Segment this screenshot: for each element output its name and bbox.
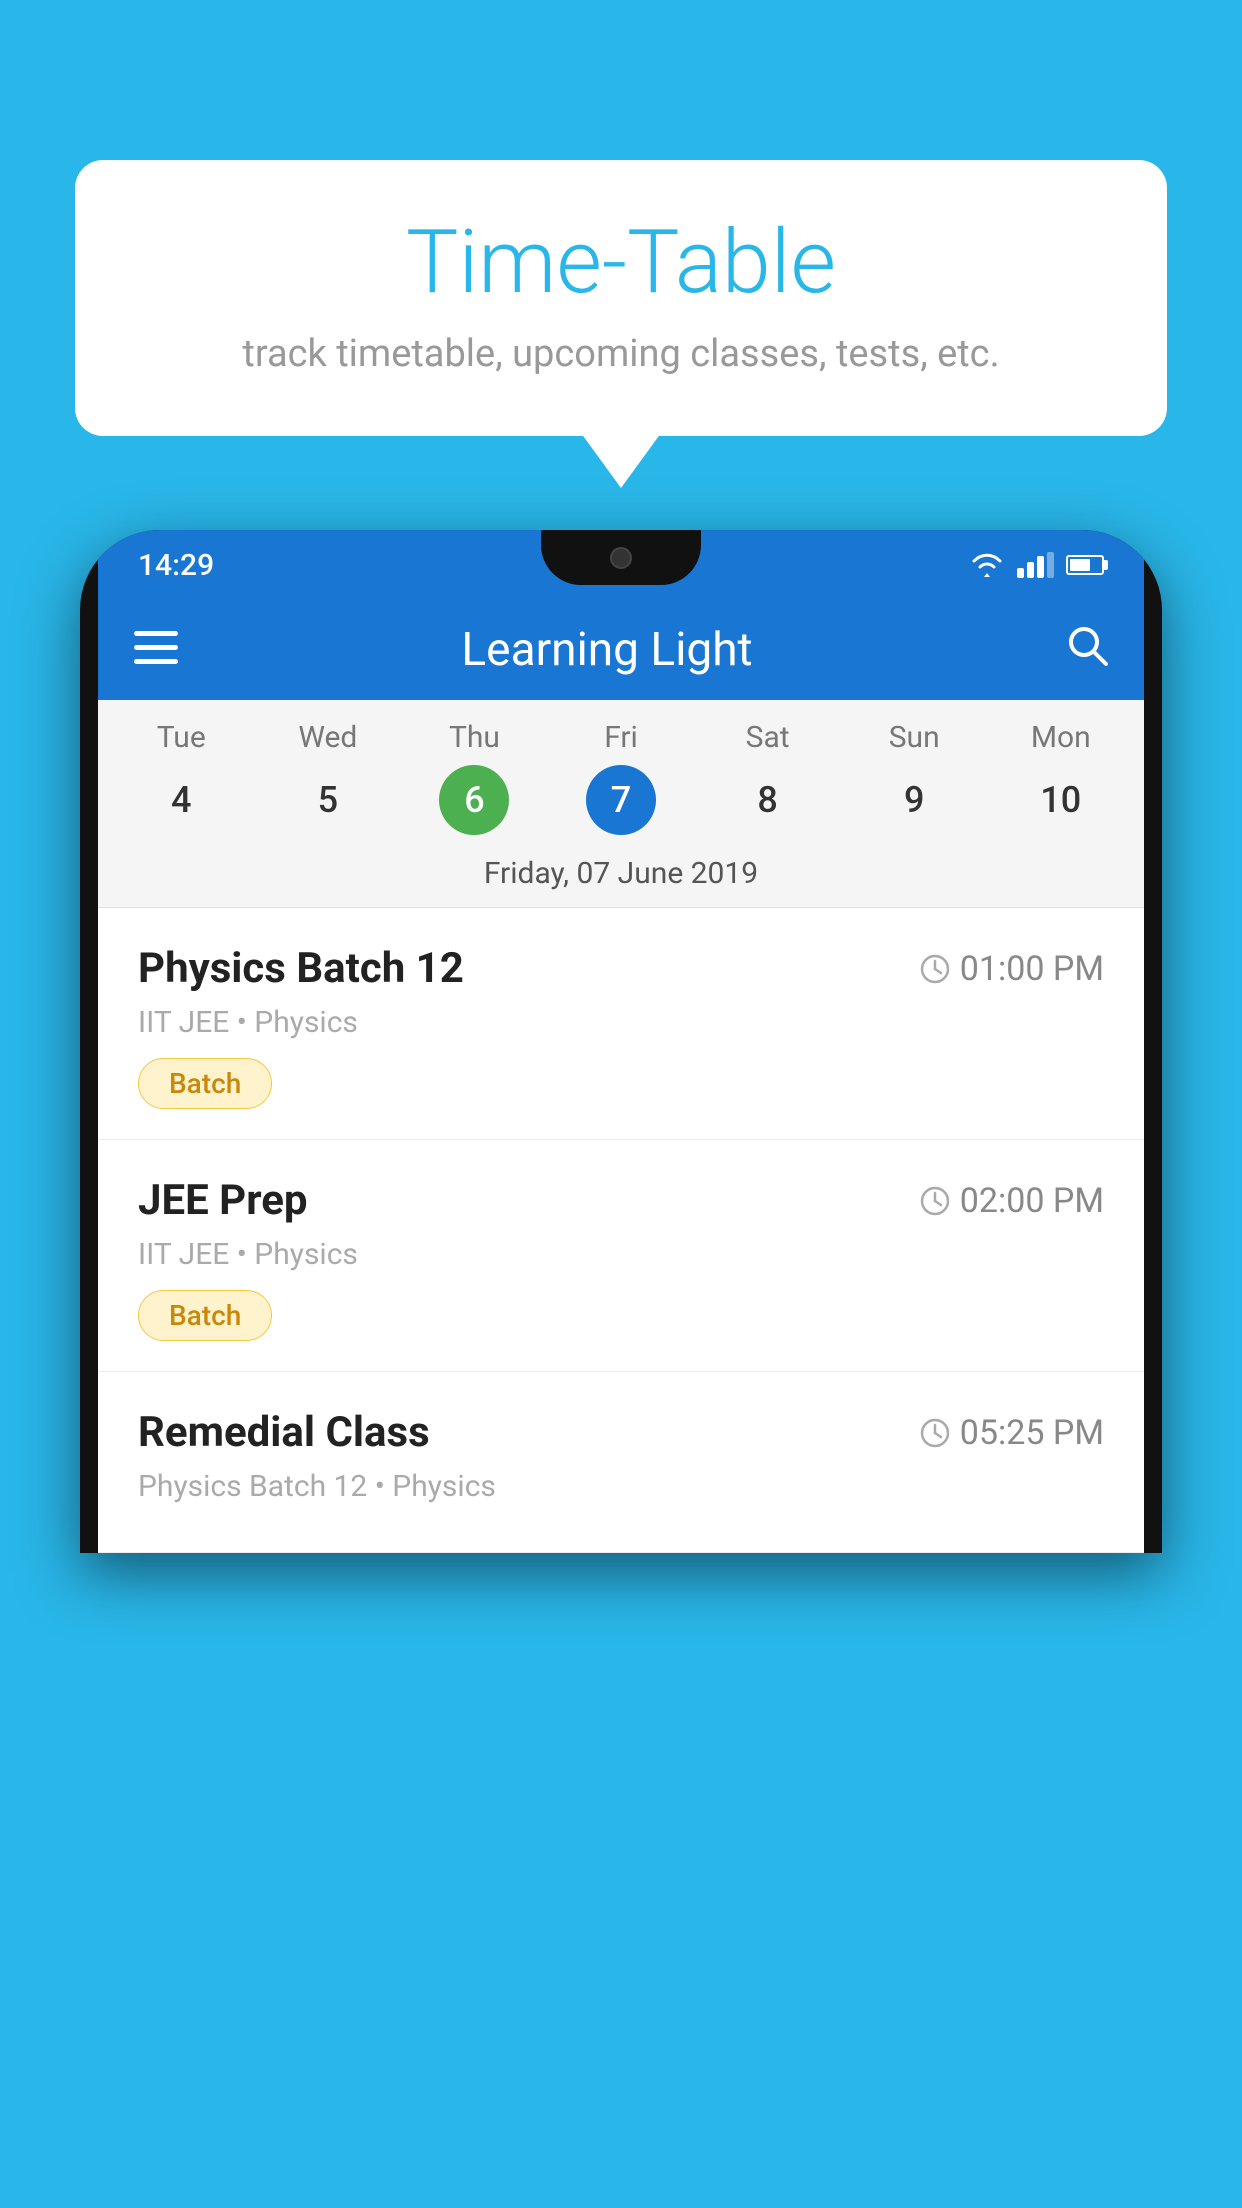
calendar-section: Tue 4 Wed 5 Thu 6 Fri 7 Sat 8 Sun 9 Mon 10 Friday, 07… — [98, 700, 1144, 908]
event-time-value: 02:00 PM — [960, 1181, 1104, 1221]
day-number[interactable]: 6 — [439, 765, 509, 835]
status-time: 14:29 — [138, 548, 214, 583]
event-time: 02:00 PM — [920, 1181, 1104, 1221]
day-name: Thu — [401, 720, 548, 755]
day-number[interactable]: 10 — [1026, 765, 1096, 835]
signal-icon — [1017, 552, 1054, 578]
day-column[interactable]: Thu 6 — [401, 720, 548, 835]
day-number[interactable]: 7 — [586, 765, 656, 835]
event-card[interactable]: Physics Batch 12 01:00 PM IIT JEE • Physi… — [98, 908, 1144, 1140]
event-name: Physics Batch 12 — [138, 944, 464, 993]
phone-frame: 14:29 — [80, 530, 1162, 1553]
events-section: Physics Batch 12 01:00 PM IIT JEE • Physi… — [98, 908, 1144, 1553]
batch-badge: Batch — [138, 1290, 272, 1341]
speech-bubble: Time-Table track timetable, upcoming cla… — [75, 160, 1167, 436]
front-camera — [610, 547, 632, 569]
day-column[interactable]: Tue 4 — [108, 720, 255, 835]
days-header: Tue 4 Wed 5 Thu 6 Fri 7 Sat 8 Sun 9 Mon 10 — [98, 700, 1144, 840]
day-column[interactable]: Wed 5 — [255, 720, 402, 835]
clock-icon — [920, 1418, 950, 1448]
event-meta: Physics Batch 12 • Physics — [138, 1469, 1104, 1504]
day-number[interactable]: 4 — [146, 765, 216, 835]
clock-icon — [920, 954, 950, 984]
day-number[interactable]: 8 — [733, 765, 803, 835]
event-name: JEE Prep — [138, 1176, 308, 1225]
app-title: Learning Light — [208, 623, 1006, 677]
notch — [541, 530, 701, 585]
phone-mockup: 14:29 — [80, 530, 1162, 2208]
search-icon[interactable] — [1066, 624, 1108, 677]
day-column[interactable]: Sun 9 — [841, 720, 988, 835]
day-number[interactable]: 9 — [879, 765, 949, 835]
day-name: Sun — [841, 720, 988, 755]
menu-icon[interactable] — [134, 628, 178, 672]
day-name: Mon — [987, 720, 1134, 755]
wifi-icon — [969, 551, 1005, 579]
event-time: 05:25 PM — [920, 1413, 1104, 1453]
event-time: 01:00 PM — [920, 949, 1104, 989]
day-column[interactable]: Mon 10 — [987, 720, 1134, 835]
bubble-subtitle: track timetable, upcoming classes, tests… — [135, 332, 1107, 376]
event-card[interactable]: Remedial Class 05:25 PM Physics Batch 12 … — [98, 1372, 1144, 1553]
event-time-value: 05:25 PM — [960, 1413, 1104, 1453]
day-name: Tue — [108, 720, 255, 755]
event-name: Remedial Class — [138, 1408, 430, 1457]
event-meta: IIT JEE • Physics — [138, 1237, 1104, 1272]
batch-badge: Batch — [138, 1058, 272, 1109]
day-name: Fri — [548, 720, 695, 755]
event-time-value: 01:00 PM — [960, 949, 1104, 989]
event-card[interactable]: JEE Prep 02:00 PM IIT JEE • Physics Batch — [98, 1140, 1144, 1372]
clock-icon — [920, 1186, 950, 1216]
day-name: Sat — [694, 720, 841, 755]
battery-icon — [1066, 555, 1104, 575]
status-icons — [969, 551, 1104, 579]
selected-date-label: Friday, 07 June 2019 — [98, 840, 1144, 908]
event-meta: IIT JEE • Physics — [138, 1005, 1104, 1040]
day-column[interactable]: Sat 8 — [694, 720, 841, 835]
day-column[interactable]: Fri 7 — [548, 720, 695, 835]
status-bar: 14:29 — [98, 530, 1144, 600]
battery-fill — [1070, 559, 1090, 571]
day-name: Wed — [255, 720, 402, 755]
bubble-title: Time-Table — [135, 215, 1107, 312]
day-number[interactable]: 5 — [293, 765, 363, 835]
app-toolbar: Learning Light — [98, 600, 1144, 700]
